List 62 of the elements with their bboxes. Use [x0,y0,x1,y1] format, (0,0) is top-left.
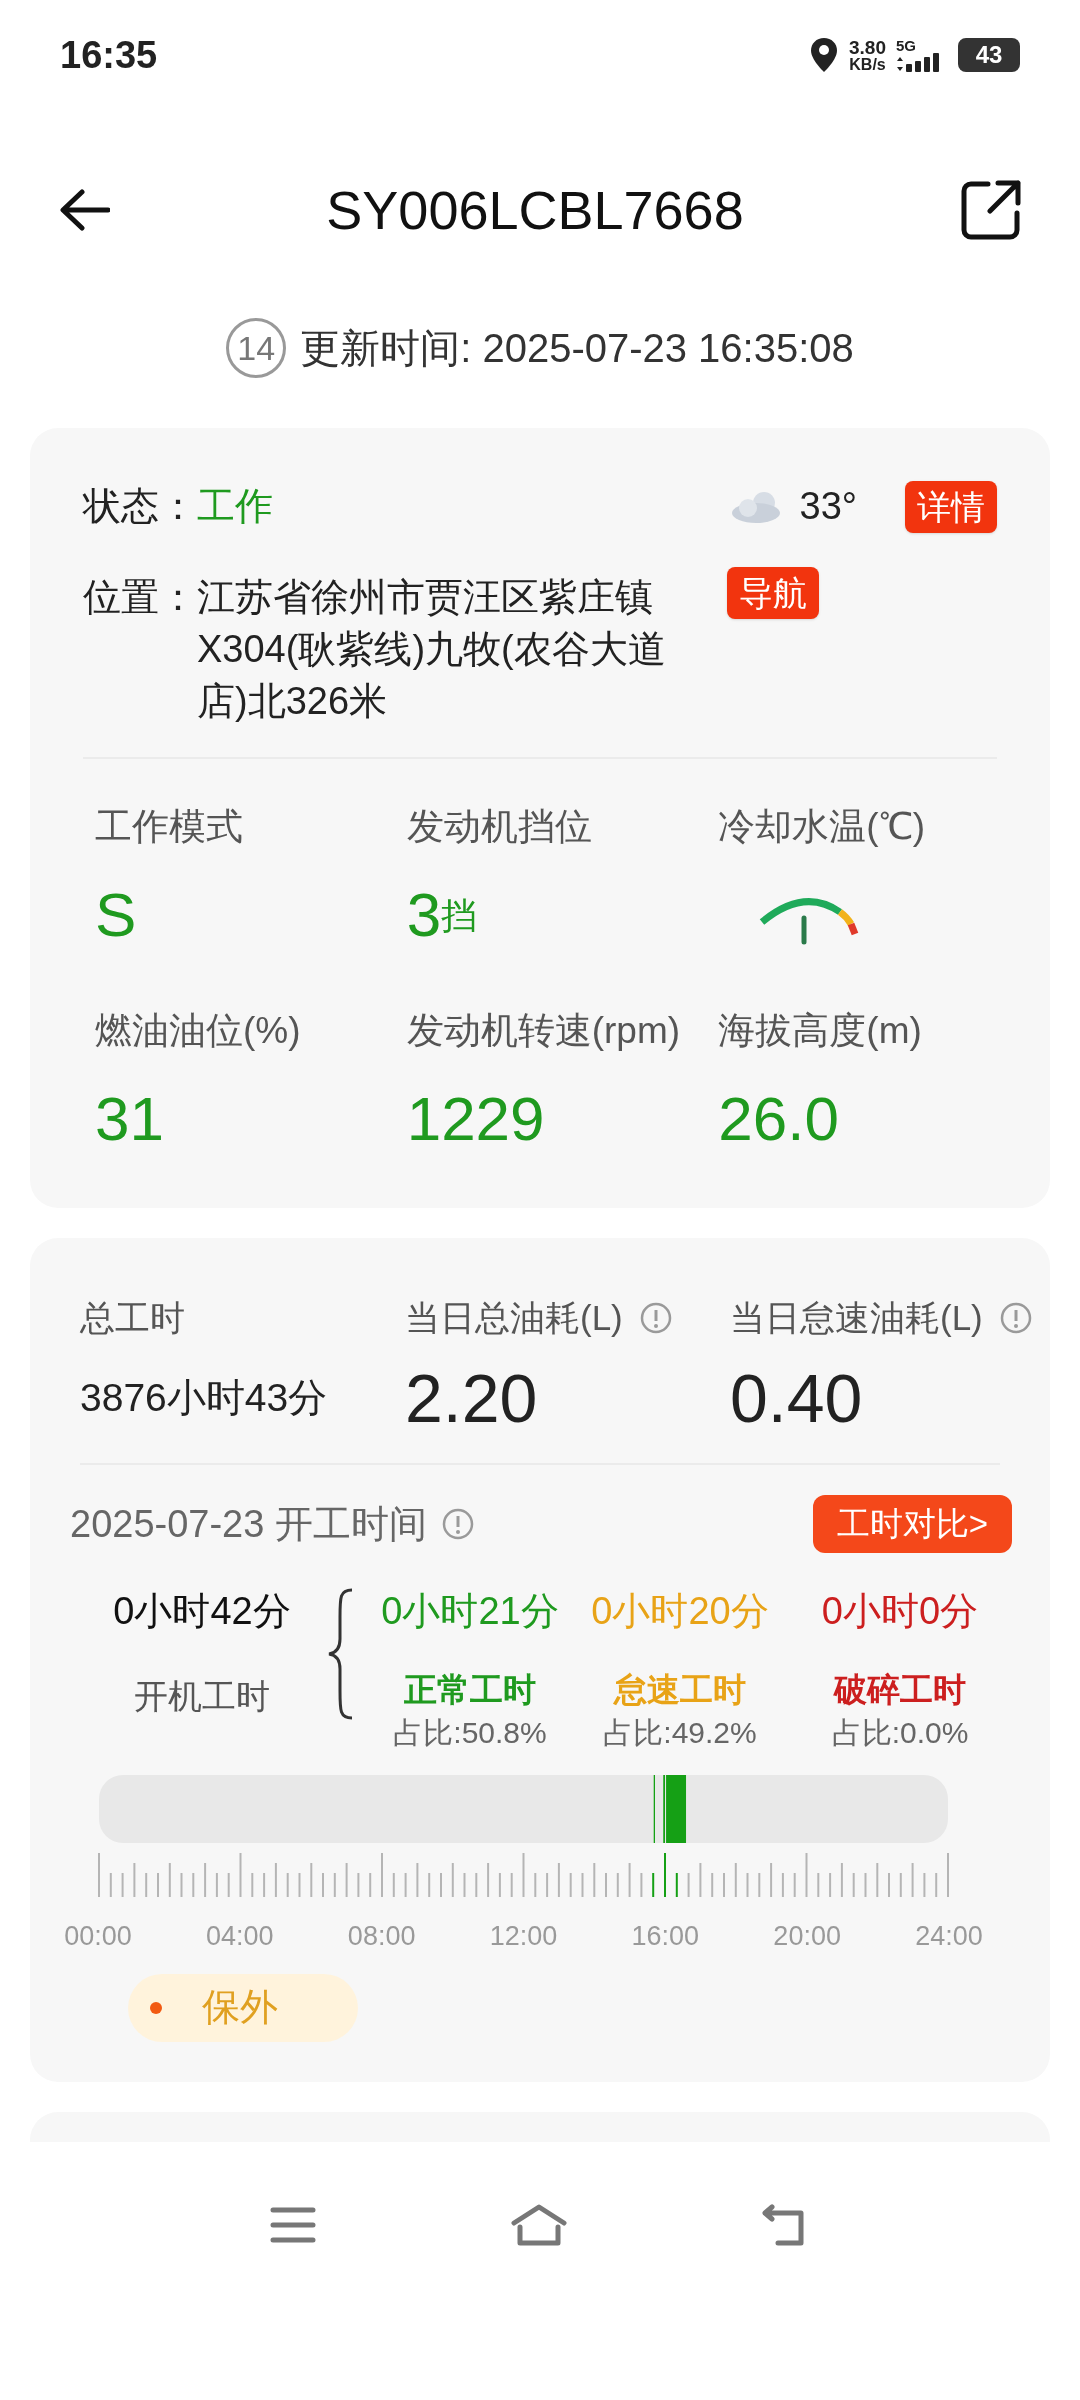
info-icon[interactable] [440,1507,475,1541]
hours-category: 正常工时 [404,1670,536,1710]
hours-value: 0小时21分 [381,1589,559,1634]
refresh-countdown: 14 [226,318,287,378]
time-tick-label: 08:00 [347,1919,416,1953]
network-type: 5G [896,37,916,53]
metric-unit: 挡 [441,894,478,936]
battery-indicator: 43 [958,38,1020,72]
metric-label: 工作模式 [95,805,244,849]
time-tick-label: 04:00 [206,1919,274,1953]
location-icon [809,36,839,74]
warranty-status: 保外 [202,1985,278,2030]
metric-label: 冷却水温(℃) [718,805,926,849]
time-tick-label: 12:00 [489,1919,558,1953]
total-label: 当日怠速油耗(L) [730,1296,983,1339]
hours-value: 0小时0分 [821,1589,979,1634]
hours-category: 破碎工时 [834,1670,966,1710]
temperature: 33° [799,484,857,529]
update-time: 更新时间: 2025-07-23 16:35:08 [300,325,854,372]
metric-label: 海拔高度(m) [718,1008,923,1053]
info-icon[interactable] [638,1301,673,1335]
power-on-label: 开机工时 [134,1676,270,1717]
home-icon[interactable] [510,2202,568,2247]
time-tick-label: 16:00 [631,1919,700,1953]
metric-label: 燃油油位(%) [95,1008,302,1053]
hours-ratio: 占比:0.0% [831,1714,969,1751]
metric-value: 1229 [406,1082,545,1155]
page-title: SY006LCBL7668 [326,178,744,242]
hours-value: 0小时20分 [591,1589,769,1634]
time-tick-label: 20:00 [773,1919,841,1953]
location-label: 位置： [83,575,197,620]
share-icon[interactable] [960,179,1022,241]
status-time: 16:35 [60,32,158,78]
hours-category: 怠速工时 [614,1670,746,1710]
network-speed-unit: KB/s [849,56,886,73]
status-label: 状态： [83,484,197,529]
power-on-hours: 0小时42分 [113,1589,291,1634]
metric-value: S [95,879,137,951]
time-tick-label: 00:00 [64,1919,132,1953]
info-icon[interactable] [998,1301,1033,1335]
back-icon[interactable] [58,188,110,232]
total-value: 0.40 [730,1359,863,1438]
detail-button[interactable]: 详情 [905,480,997,533]
menu-icon[interactable] [270,2205,316,2244]
metric-value: 3 [406,879,442,951]
total-label: 总工时 [80,1296,185,1339]
status-value: 工作 [197,484,273,529]
metric-label: 发动机转速(rpm) [406,1008,682,1053]
work-date-title: 2025-07-23 开工时间 [70,1501,427,1547]
time-tick-label: 24:00 [915,1919,983,1953]
total-value: 3876小时43分 [80,1374,328,1421]
metric-value: 31 [95,1082,164,1155]
metric-value: 26.0 [718,1082,839,1155]
navigate-button[interactable]: 导航 [727,567,819,619]
compare-hours-button[interactable]: 工时对比> [812,1495,1012,1553]
network-speed: 3.80 [849,37,886,57]
hours-ratio: 占比:49.2% [603,1714,757,1751]
total-label: 当日总油耗(L) [405,1296,623,1339]
total-value: 2.20 [405,1359,538,1438]
hours-ratio: 占比:50.8% [393,1714,547,1751]
location-address: 江苏省徐州市贾汪区紫庄镇X304(耿紫线)九牧(农谷大道店)北326米 [197,575,667,724]
metric-label: 发动机挡位 [406,805,593,849]
